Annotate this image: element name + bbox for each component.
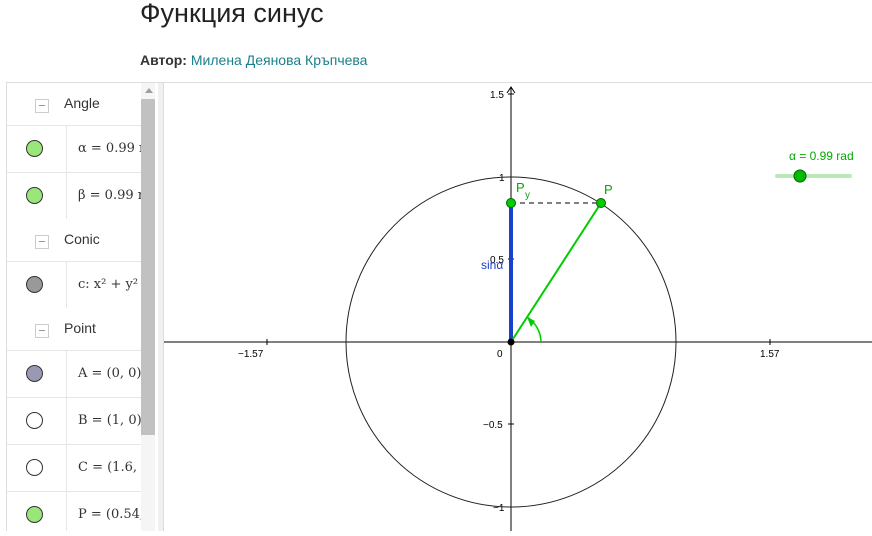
algebra-value[interactable]: c: x² + y² [78, 277, 138, 292]
group-label: Conic [64, 231, 100, 247]
group-label: Angle [64, 95, 100, 111]
sin-label: sinα [481, 258, 503, 272]
point-py-subscript: y [525, 190, 530, 201]
visibility-toggle-icon[interactable] [26, 459, 43, 476]
algebra-item-p[interactable]: P = (0.54, [7, 491, 144, 531]
y-tick-label: −1 [493, 503, 505, 514]
author-label: Автор: [140, 52, 187, 68]
algebra-value[interactable]: B = (1, 0) [78, 413, 142, 428]
algebra-item-b[interactable]: B = (1, 0) [7, 397, 142, 444]
visibility-toggle-icon[interactable] [26, 276, 43, 293]
visibility-toggle-icon[interactable] [26, 365, 43, 382]
y-tick-label: 1.5 [490, 90, 504, 101]
algebra-item-a[interactable]: A = (0, 0) [7, 350, 142, 397]
algebra-item-alpha[interactable]: α = 0.99 r [7, 125, 145, 172]
y-tick-label: 1 [499, 173, 505, 184]
point-py[interactable] [506, 198, 516, 208]
graphics-view[interactable]: −1.57 0 1.57 1.5 1 0.5 −0.5 −1 P y P sin… [164, 83, 872, 531]
algebra-value[interactable]: α = 0.99 r [78, 141, 145, 156]
group-conic[interactable]: Conic [7, 219, 141, 261]
point-p[interactable] [596, 198, 606, 208]
collapse-icon[interactable] [35, 99, 49, 113]
author-link[interactable]: Милена Деянова Кръпчева [191, 52, 368, 68]
algebra-item-c[interactable]: C = (1.6, [7, 444, 141, 491]
point-py-label: P [516, 180, 525, 195]
point-p-label: P [604, 182, 613, 197]
algebra-value[interactable]: A = (0, 0) [78, 366, 142, 381]
algebra-value[interactable]: C = (1.6, [78, 460, 137, 475]
visibility-toggle-icon[interactable] [26, 140, 43, 157]
graphics-canvas[interactable]: −1.57 0 1.57 1.5 1 0.5 −0.5 −1 P y P sin… [164, 83, 872, 531]
slider-label: α = 0.99 rad [789, 149, 854, 163]
origin-point[interactable] [507, 338, 515, 346]
scrollbar-thumb[interactable] [141, 99, 155, 435]
algebra-item-conic[interactable]: c: x² + y² [7, 261, 141, 308]
x-tick-label: −1.57 [238, 349, 264, 360]
x-tick-label: 1.57 [760, 349, 780, 360]
radius-segment[interactable] [510, 202, 602, 343]
x-tick-label: 0 [497, 349, 503, 360]
group-label: Point [64, 320, 96, 336]
algebra-value[interactable]: P = (0.54, [78, 507, 144, 522]
visibility-toggle-icon[interactable] [26, 506, 43, 523]
algebra-item-beta[interactable]: β = 0.99 r [7, 172, 144, 219]
visibility-toggle-icon[interactable] [26, 412, 43, 429]
visibility-toggle-icon[interactable] [26, 187, 43, 204]
algebra-value[interactable]: β = 0.99 r [78, 188, 144, 203]
y-tick-label: −0.5 [483, 420, 503, 431]
collapse-icon[interactable] [35, 235, 49, 249]
slider-handle[interactable] [793, 169, 807, 183]
page-title: Функция синус [140, 0, 324, 28]
group-angle[interactable]: Angle [7, 83, 141, 125]
scroll-up-icon[interactable] [145, 88, 153, 93]
geogebra-applet: Angle α = 0.99 r β = 0.99 r Conic c: x² … [6, 82, 872, 531]
group-point[interactable]: Point [7, 308, 141, 350]
author-line: Автор: Милена Деянова Кръпчева [140, 52, 367, 68]
collapse-icon[interactable] [35, 324, 49, 338]
algebra-view: Angle α = 0.99 r β = 0.99 r Conic c: x² … [6, 83, 159, 531]
